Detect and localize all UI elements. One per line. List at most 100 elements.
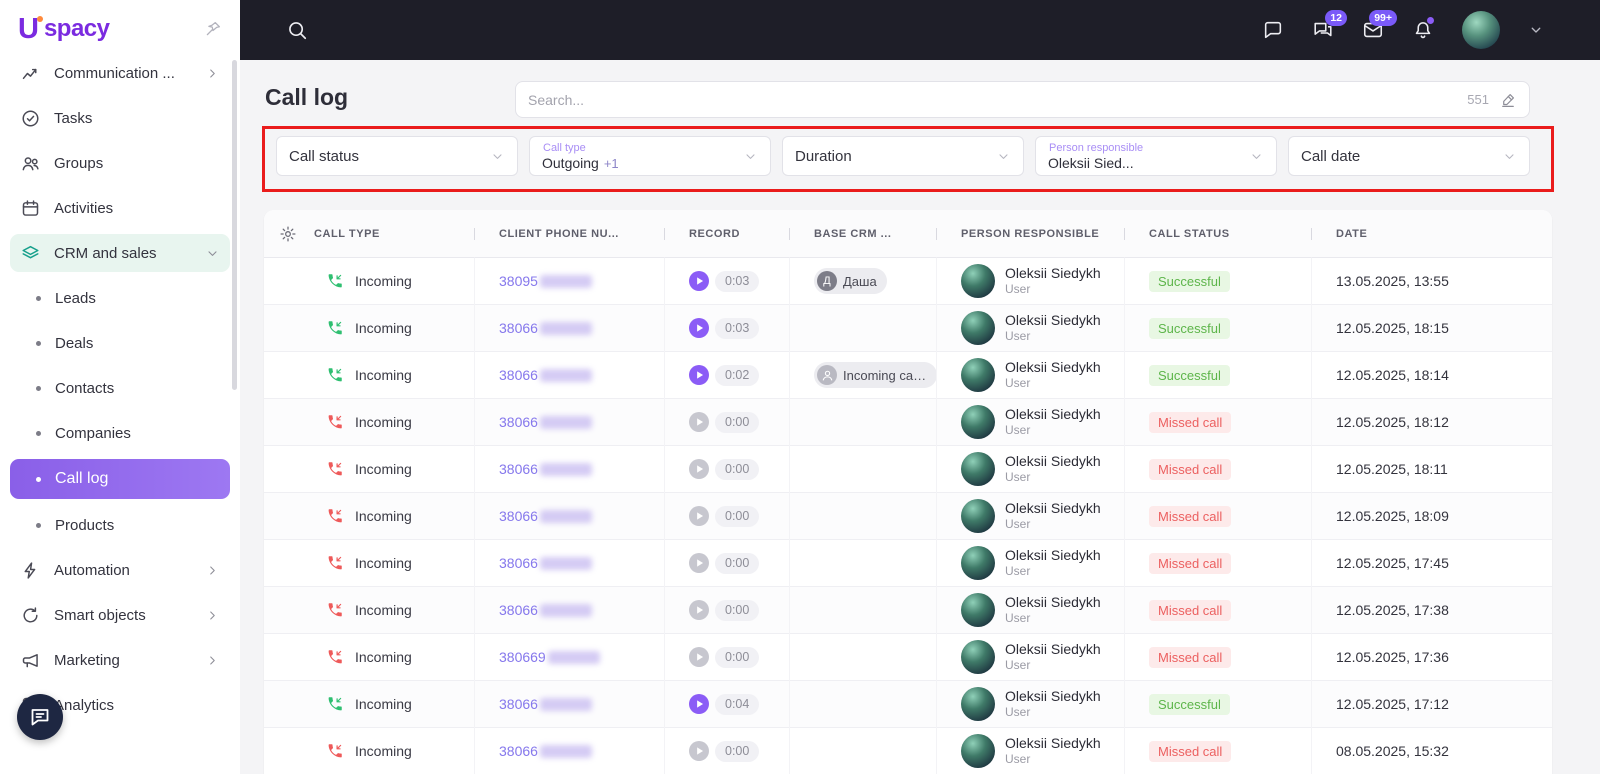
play-record-button[interactable] xyxy=(689,365,709,385)
sidebar-item-smart-objects[interactable]: Smart objects xyxy=(10,596,230,634)
client-phone-link[interactable]: 38095 xyxy=(499,273,592,289)
person-name[interactable]: Oleksii Siedykh xyxy=(1005,265,1101,283)
column-header[interactable]: CALL STATUS xyxy=(1125,228,1312,240)
table-row[interactable]: Incoming380660:03Oleksii SiedykhUserSucc… xyxy=(264,305,1552,352)
base-crm-chip[interactable]: ДДаша xyxy=(814,268,887,294)
table-row[interactable]: Incoming380660:02Incoming call 38..Oleks… xyxy=(264,352,1552,399)
client-phone-link[interactable]: 38066 xyxy=(499,367,592,383)
call-type-cell: Incoming xyxy=(312,493,475,539)
column-header[interactable]: DATE xyxy=(1312,228,1552,240)
search-bar[interactable]: 551 xyxy=(515,81,1530,118)
record-cell: 0:00 xyxy=(665,634,790,680)
client-phone-link[interactable]: 38066 xyxy=(499,743,592,759)
sidebar-item-communication[interactable]: Communication ... xyxy=(10,54,230,92)
client-phone-link[interactable]: 38066 xyxy=(499,414,592,430)
call-type-label: Incoming xyxy=(355,273,412,289)
play-record-button[interactable] xyxy=(689,647,709,667)
bell-icon[interactable] xyxy=(1412,19,1434,41)
column-header[interactable]: BASE CRM ... xyxy=(790,228,937,240)
sidebar-item-automation[interactable]: Automation xyxy=(10,551,230,589)
client-phone-link[interactable]: 38066 xyxy=(499,555,592,571)
mail-badge: 99+ xyxy=(1369,10,1397,26)
sidebar-item-contacts[interactable]: Contacts xyxy=(10,369,230,407)
play-record-button[interactable] xyxy=(689,553,709,573)
client-phone-link[interactable]: 38066 xyxy=(499,696,592,712)
sidebar-item-leads[interactable]: Leads xyxy=(10,279,230,317)
person-name[interactable]: Oleksii Siedykh xyxy=(1005,500,1101,518)
client-phone-link[interactable]: 380669 xyxy=(499,649,600,665)
table-row[interactable]: Incoming380950:03ДДашаOleksii SiedykhUse… xyxy=(264,258,1552,305)
person-name[interactable]: Oleksii Siedykh xyxy=(1005,453,1101,471)
filter-duration[interactable]: Duration xyxy=(782,136,1024,176)
filter-call-type[interactable]: Call typeOutgoing+1 xyxy=(529,136,771,176)
table-row[interactable]: Incoming380660:00Oleksii SiedykhUserMiss… xyxy=(264,540,1552,587)
mail-icon[interactable]: 99+ xyxy=(1362,19,1384,41)
table-row[interactable]: Incoming380660:00Oleksii SiedykhUserMiss… xyxy=(264,493,1552,540)
play-record-button[interactable] xyxy=(689,694,709,714)
incoming-call-icon xyxy=(326,366,344,384)
table-row[interactable]: Incoming380660:00Oleksii SiedykhUserMiss… xyxy=(264,587,1552,634)
play-record-button[interactable] xyxy=(689,506,709,526)
sidebar-item-activities[interactable]: Activities xyxy=(10,189,230,227)
sidebar-item-marketing[interactable]: Marketing xyxy=(10,641,230,679)
redacted-phone xyxy=(540,745,592,758)
person-name[interactable]: Oleksii Siedykh xyxy=(1005,547,1101,565)
chat-fab-button[interactable] xyxy=(17,694,63,740)
call-date: 12.05.2025, 18:14 xyxy=(1312,352,1552,398)
play-record-button[interactable] xyxy=(689,271,709,291)
sidebar-item-tasks[interactable]: Tasks xyxy=(10,99,230,137)
play-record-button[interactable] xyxy=(689,459,709,479)
table-row[interactable]: Incoming3806690:00Oleksii SiedykhUserMis… xyxy=(264,634,1552,681)
record-duration: 0:02 xyxy=(715,365,759,386)
pin-icon[interactable] xyxy=(204,20,222,38)
person-name[interactable]: Oleksii Siedykh xyxy=(1005,594,1101,612)
play-record-button[interactable] xyxy=(689,600,709,620)
client-phone-link[interactable]: 38066 xyxy=(499,320,592,336)
client-phone-link[interactable]: 38066 xyxy=(499,461,592,477)
filter-call-date[interactable]: Call date xyxy=(1288,136,1530,176)
play-record-button[interactable] xyxy=(689,412,709,432)
person-name[interactable]: Oleksii Siedykh xyxy=(1005,735,1101,753)
filter-person-responsible[interactable]: Person responsibleOleksii Sied... xyxy=(1035,136,1277,176)
column-header[interactable]: CALL TYPE xyxy=(312,228,475,240)
sidebar-scrollbar[interactable] xyxy=(232,60,237,390)
table-row[interactable]: Incoming380660:00Oleksii SiedykhUserMiss… xyxy=(264,399,1552,446)
play-record-button[interactable] xyxy=(689,741,709,761)
record-duration: 0:03 xyxy=(715,318,759,339)
column-header[interactable]: PERSON RESPONSIBLE xyxy=(937,228,1125,240)
person-name[interactable]: Oleksii Siedykh xyxy=(1005,688,1101,706)
base-crm-chip[interactable]: Incoming call 38.. xyxy=(814,362,937,388)
call-type-cell: Incoming xyxy=(312,681,475,727)
play-record-button[interactable] xyxy=(689,318,709,338)
user-avatar[interactable] xyxy=(1462,11,1500,49)
clear-filter-icon[interactable] xyxy=(1499,91,1517,109)
sidebar-item-crm-and-sales[interactable]: CRM and sales xyxy=(10,234,230,272)
call-type-label: Incoming xyxy=(355,461,412,477)
column-header[interactable]: RECORD xyxy=(665,228,790,240)
logo[interactable]: U spacy xyxy=(0,0,240,48)
person-name[interactable]: Oleksii Siedykh xyxy=(1005,312,1101,330)
person-name[interactable]: Oleksii Siedykh xyxy=(1005,641,1101,659)
table-row[interactable]: Incoming380660:00Oleksii SiedykhUserMiss… xyxy=(264,446,1552,493)
chevron-down-icon[interactable] xyxy=(1528,22,1544,38)
sidebar-item-groups[interactable]: Groups xyxy=(10,144,230,182)
chat-icon[interactable]: 12 xyxy=(1312,19,1334,41)
filter-call-status[interactable]: Call status xyxy=(276,136,518,176)
client-phone-link[interactable]: 38066 xyxy=(499,508,592,524)
search-input[interactable] xyxy=(528,92,1467,108)
comment-icon[interactable] xyxy=(1262,19,1284,41)
table-row[interactable]: Incoming380660:00Oleksii SiedykhUserMiss… xyxy=(264,728,1552,774)
sidebar-item-call-log[interactable]: Call log xyxy=(10,459,230,499)
table-row[interactable]: Incoming380660:04Oleksii SiedykhUserSucc… xyxy=(264,681,1552,728)
person-cell: Oleksii SiedykhUser xyxy=(937,540,1125,586)
person-name[interactable]: Oleksii Siedykh xyxy=(1005,406,1101,424)
sidebar-item-deals[interactable]: Deals xyxy=(10,324,230,362)
client-phone-link[interactable]: 38066 xyxy=(499,602,592,618)
marketing-icon xyxy=(20,650,41,671)
column-header[interactable]: CLIENT PHONE NU... xyxy=(475,228,665,240)
search-icon[interactable] xyxy=(286,19,308,41)
table-settings-button[interactable] xyxy=(264,225,312,243)
sidebar-item-products[interactable]: Products xyxy=(10,506,230,544)
person-name[interactable]: Oleksii Siedykh xyxy=(1005,359,1101,377)
sidebar-item-companies[interactable]: Companies xyxy=(10,414,230,452)
